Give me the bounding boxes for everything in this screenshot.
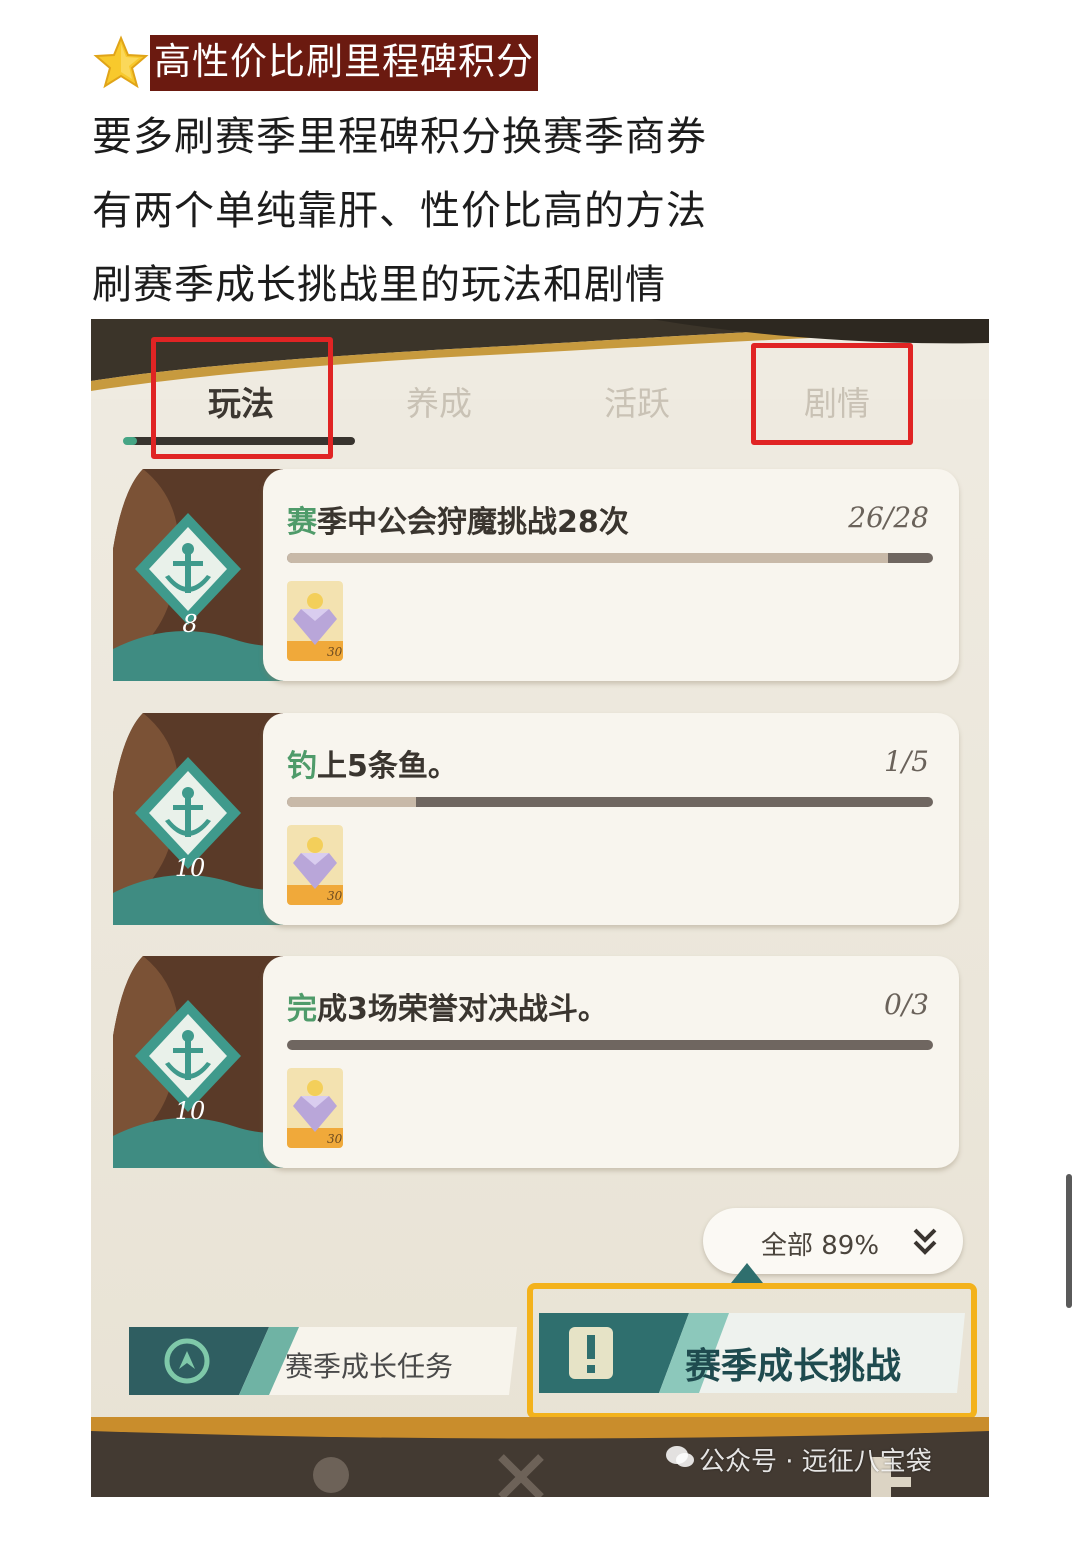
quest-progress-bar: [287, 797, 933, 807]
highlight-box-gameplay: [151, 337, 333, 459]
growth-tasks-button[interactable]: 赛季成长任务: [129, 1327, 517, 1395]
highlight-box-story: [751, 343, 913, 445]
quest-progress-bar: [287, 553, 933, 563]
reward-count: 30: [327, 645, 343, 659]
growth-challenge-label: 赛季成长挑战: [685, 1345, 902, 1387]
progress-fill: [287, 553, 888, 563]
quest-progress: 26/28: [848, 501, 929, 534]
reward-count: 30: [327, 1132, 343, 1146]
watermark-text: 公众号 · 远征八宝袋: [699, 1447, 932, 1477]
game-screenshot: 玩法 养成 活跃 剧情 8 赛季中公会狩魔挑战28次 26/28 30 10 钓…: [91, 319, 989, 1497]
quest-level: 8: [182, 610, 198, 638]
star-icon: [93, 35, 149, 89]
quest-title: 钓上5条鱼。: [287, 749, 458, 784]
watermark: 公众号 · 远征八宝袋: [665, 1441, 932, 1478]
wechat-icon: [665, 1444, 699, 1477]
article-heading: 高性价比刷里程碑积分: [92, 34, 538, 92]
page-scrollbar[interactable]: [1066, 1174, 1072, 1308]
quest-title: 赛季中公会狩魔挑战28次: [287, 505, 629, 540]
tab-development[interactable]: 养成: [379, 377, 499, 425]
progress-fill: [287, 797, 417, 807]
quest-level: 10: [174, 854, 206, 882]
heading-text: 高性价比刷里程碑积分: [150, 35, 538, 91]
quest-progress: 0/3: [883, 988, 929, 1021]
quest-card[interactable]: 10 钓上5条鱼。 1/5 30: [113, 713, 959, 925]
growth-challenge-button[interactable]: 赛季成长挑战: [527, 1263, 977, 1419]
quest-card[interactable]: 10 完成3场荣誉对决战斗。 0/3 30: [113, 956, 959, 1168]
quest-progress-bar: [287, 1040, 933, 1050]
article-line-2: 有两个单纯靠肝、性价比高的方法: [92, 188, 707, 234]
quest-card[interactable]: 8 赛季中公会狩魔挑战28次 26/28 30: [113, 469, 959, 681]
article-line-3: 刷赛季成长挑战里的玩法和剧情: [92, 262, 666, 308]
article-line-1: 要多刷赛季里程碑积分换赛季商券: [92, 114, 707, 160]
filter-label: 全部 89%: [761, 1231, 880, 1261]
reward-count: 30: [327, 889, 343, 903]
chevrons-down-icon: [913, 1228, 937, 1255]
selected-pointer-icon: [731, 1263, 763, 1283]
quest-progress: 1/5: [883, 745, 929, 778]
growth-tasks-label: 赛季成长任务: [285, 1350, 454, 1383]
tab-activity[interactable]: 活跃: [577, 377, 697, 425]
quest-level: 10: [174, 1097, 206, 1125]
quest-title: 完成3场荣誉对决战斗。: [287, 992, 608, 1027]
